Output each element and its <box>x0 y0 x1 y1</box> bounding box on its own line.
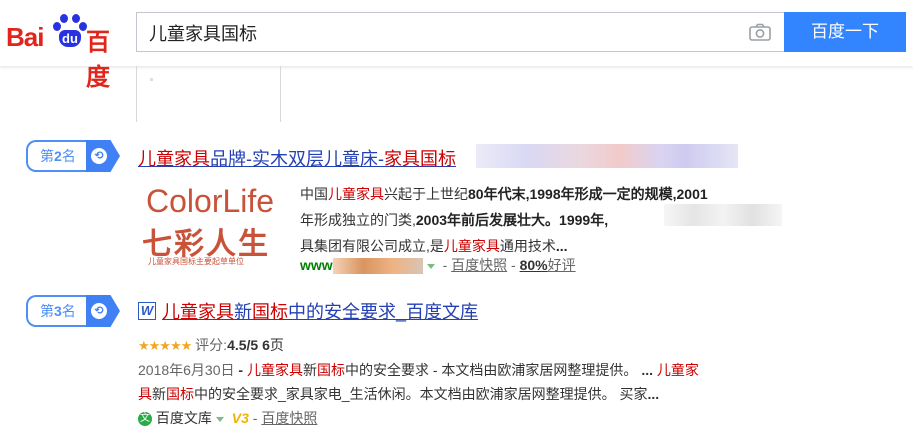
result-meta: 文 百度文库 V3 - 百度快照 <box>138 410 318 427</box>
divider <box>150 78 153 81</box>
rank-badge: 第3名 ⟲ <box>26 295 120 329</box>
search-box <box>136 12 784 52</box>
rank-label: 第2名 <box>26 140 88 172</box>
search-button[interactable]: 百度一下 <box>784 12 906 52</box>
good-rate-link[interactable]: 80% <box>520 257 548 273</box>
dropdown-arrow-icon[interactable] <box>215 416 224 422</box>
search-input[interactable] <box>147 19 741 47</box>
good-rate-label[interactable]: 好评 <box>548 257 576 273</box>
header-bar: Bai du 百度 百度一下 <box>0 0 913 91</box>
rank-arrow: ⟲ <box>86 140 120 172</box>
rank-label: 第3名 <box>26 295 88 327</box>
divider <box>136 66 137 122</box>
wenku-icon: 文 <box>138 412 152 427</box>
blurred-text <box>476 144 738 168</box>
swirl-icon: ⟲ <box>91 303 107 319</box>
camera-icon[interactable] <box>749 23 771 41</box>
paw-dot <box>72 14 80 23</box>
result-title-link[interactable]: 儿童家具品牌-实木双层儿童床-家具国标 <box>138 149 456 169</box>
v3-badge: V3 <box>231 410 249 426</box>
thumb-caption: 儿童家具国标主要起草单位 <box>148 257 244 266</box>
rank-arrow: ⟲ <box>86 295 120 327</box>
thumb-brand: ColorLife <box>146 183 275 219</box>
rank-badge: 第2名 ⟲ <box>26 140 120 174</box>
source-link[interactable]: 百度文库 <box>156 410 212 426</box>
swirl-icon: ⟲ <box>91 148 107 164</box>
paw-dot <box>53 22 61 31</box>
divider <box>280 66 281 122</box>
snapshot-link[interactable]: 百度快照 <box>261 410 317 426</box>
result-url[interactable]: www <box>300 257 333 273</box>
logo-bai: Bai <box>6 22 44 52</box>
dropdown-arrow-icon[interactable] <box>426 263 435 269</box>
result-title[interactable]: 儿童家具新国标中的安全要求_百度文库 <box>162 298 478 324</box>
logo-du: du <box>59 30 81 47</box>
blurred-text <box>664 204 782 226</box>
snapshot-link[interactable]: 百度快照 <box>451 257 507 273</box>
blurred-url <box>332 258 423 275</box>
baidu-logo[interactable]: Bai du 百度 <box>6 8 126 91</box>
paw-dot <box>60 14 68 23</box>
result-thumbnail[interactable]: ColorLife 七彩人生 儿童家具国标主要起草单位 <box>138 181 278 273</box>
rating-stars-icon: ★★★★★ <box>138 338 192 353</box>
logo-baidu-cn: 百度 <box>86 29 110 91</box>
result-title-link[interactable]: 儿童家具新国标中的安全要求_百度文库 <box>162 302 478 322</box>
word-doc-icon: W <box>138 302 156 320</box>
result-abstract: 2018年6月30日 - 儿童家具新国标中的安全要求 - 本文档由欧浦家居网整理… <box>138 362 699 402</box>
doc-rating: ★★★★★ 评分:4.5/5 6页 <box>138 337 284 353</box>
result-title[interactable]: 儿童家具品牌-实木双层儿童床-家具国标 <box>138 145 456 171</box>
result-meta: www - 百度快照 - 80%好评 <box>300 257 576 275</box>
